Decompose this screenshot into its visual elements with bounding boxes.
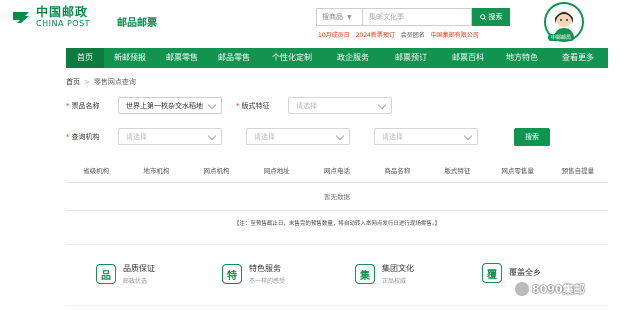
nav-item-more[interactable]: 查看更多 xyxy=(548,48,608,68)
nav-item-stamp-preorder[interactable]: 邮票预订 xyxy=(382,48,440,68)
format-feature-label: * 版式特征 xyxy=(236,102,270,110)
hot-link[interactable]: 会员团名 xyxy=(401,32,425,39)
product-name-label: * 票品名称 xyxy=(66,102,100,110)
watermark: 8090集邮 xyxy=(515,281,585,297)
search-input[interactable]: 集邮文化季 xyxy=(362,8,472,26)
site-title[interactable]: 邮品邮票 xyxy=(117,14,157,29)
column-header: 网点机构 xyxy=(203,167,230,175)
province-org-placeholder: 请选择 xyxy=(126,132,147,141)
main-nav: 首页 新邮预报 邮票零售 邮品零售 个性化定制 政企服务 邮票预订 邮票百科 地… xyxy=(66,48,608,68)
column-header: 省级机构 xyxy=(83,167,110,175)
nav-item-new-stamp-forecast[interactable]: 新邮预报 xyxy=(104,48,156,68)
nav-item-stamp-retail[interactable]: 邮票零售 xyxy=(156,48,208,68)
watermark-text: 8090集邮 xyxy=(532,283,585,296)
search-category-label: 搜商品 xyxy=(322,13,343,21)
feature-subtitle: 不一样的感受 xyxy=(249,278,286,285)
chevron-down-icon xyxy=(207,100,217,110)
results-table-header: 省级机构 地市机构 网点机构 网点地址 网点电话 商品名称 版式特征 网点零售量… xyxy=(66,160,608,183)
feature-title: 覆盖全乡 xyxy=(509,267,541,277)
query-button[interactable]: 搜索 xyxy=(514,128,550,146)
wechat-icon xyxy=(515,282,529,296)
chevron-down-icon xyxy=(335,131,345,141)
footer-divider xyxy=(66,305,608,306)
feature-title: 集团文化 xyxy=(382,264,414,273)
chevron-down-icon xyxy=(377,100,387,110)
column-header: 预售自提量 xyxy=(561,167,595,175)
product-name-value: 世界上第一枚杂交水稻地 xyxy=(126,101,203,110)
china-post-logo-icon xyxy=(13,12,29,23)
format-feature-select[interactable]: 请选择 xyxy=(288,97,392,114)
feature-coverage: 覆 覆盖全乡 xyxy=(482,263,541,283)
table-divider xyxy=(66,210,608,211)
column-header: 商品名称 xyxy=(384,167,411,175)
search-input-placeholder: 集邮文化季 xyxy=(369,13,404,21)
breadcrumb-current: 零售网点查询 xyxy=(93,78,136,86)
china-post-logo[interactable]: 中国邮政 CHINA POST xyxy=(10,6,90,28)
presale-notice: 【注：至预售截止日，未售完的预售数量，将自动转入本网点发行日进行现场零售。】 xyxy=(233,221,441,227)
logo-chinese-text: 中国邮政 xyxy=(36,5,89,19)
column-header: 网点零售量 xyxy=(501,167,534,175)
nav-item-stamp-encyclopedia[interactable]: 邮票百科 xyxy=(440,48,496,68)
chevron-down-icon xyxy=(207,131,217,141)
column-header: 网点电话 xyxy=(323,167,350,175)
city-org-placeholder: 请选择 xyxy=(254,132,275,141)
nav-item-local-specialty[interactable]: 地方特色 xyxy=(496,48,548,68)
page: 中国邮政 CHINA POST 邮品邮票 搜商品 ▼ 集邮文化季 搜索 10月成… xyxy=(0,0,625,310)
product-name-select[interactable]: 世界上第一枚杂交水稻地 xyxy=(118,97,222,114)
column-header: 版式特征 xyxy=(444,167,471,175)
feature-subtitle: 邮政优选 xyxy=(123,278,148,285)
chevron-down-icon: ▼ xyxy=(347,13,352,21)
column-header: 网点地址 xyxy=(263,167,290,175)
coverage-icon: 覆 xyxy=(482,263,502,283)
format-feature-placeholder: 请选择 xyxy=(296,101,317,110)
branch-org-select[interactable]: 请选择 xyxy=(374,128,478,145)
search-category-select[interactable]: 搜商品 ▼ xyxy=(316,8,362,26)
feature-group-culture: 集 集团文化 正品权威 xyxy=(355,263,414,285)
hot-link[interactable]: 中国集邮有限公司 xyxy=(431,32,479,39)
feature-quality: 品 品质保证 邮政优选 xyxy=(96,263,155,285)
feature-subtitle: 正品权威 xyxy=(382,278,407,285)
feature-title: 特色服务 xyxy=(249,264,281,273)
empty-state-text: 暂无数据 xyxy=(324,193,350,201)
city-org-select[interactable]: 请选择 xyxy=(246,128,350,145)
query-org-label: * 查询机构 xyxy=(66,133,100,141)
logo-english-text: CHINA POST xyxy=(36,19,91,28)
search-button-label: 搜索 xyxy=(488,13,503,21)
chevron-down-icon xyxy=(463,131,473,141)
search-icon xyxy=(479,13,487,21)
special-service-icon: 特 xyxy=(222,264,242,284)
quality-icon: 品 xyxy=(96,264,116,284)
section-divider xyxy=(66,244,608,245)
breadcrumb-home[interactable]: 首页 xyxy=(66,78,80,86)
search-button[interactable]: 搜索 xyxy=(472,8,510,26)
nav-item-enterprise-service[interactable]: 政企服务 xyxy=(324,48,382,68)
nav-item-home[interactable]: 首页 xyxy=(66,48,104,68)
hot-link[interactable]: 10月成员日 xyxy=(318,32,350,39)
feature-title: 品质保证 xyxy=(123,264,155,273)
group-culture-icon: 集 xyxy=(355,264,375,284)
nav-item-product-retail[interactable]: 邮品零售 xyxy=(208,48,260,68)
province-org-select[interactable]: 请选择 xyxy=(118,128,222,145)
search-bar: 搜商品 ▼ 集邮文化季 搜索 xyxy=(316,8,510,26)
header: 中国邮政 CHINA POST 邮品邮票 搜商品 ▼ 集邮文化季 搜索 10月成… xyxy=(0,0,625,46)
column-header: 地市机构 xyxy=(143,167,170,175)
breadcrumb: 首页 > 零售网点查询 xyxy=(66,77,136,87)
hot-link[interactable]: 2024新票预订 xyxy=(356,32,395,39)
mascot-badge: 中邮邮局 xyxy=(548,34,575,41)
hot-links: 10月成员日 2024新票预订 会员团名 中国集邮有限公司 xyxy=(318,30,483,39)
nav-item-customization[interactable]: 个性化定制 xyxy=(260,48,324,68)
branch-org-placeholder: 请选择 xyxy=(382,132,403,141)
breadcrumb-separator: > xyxy=(84,78,90,86)
feature-special-service: 特 特色服务 不一样的感受 xyxy=(222,263,285,285)
